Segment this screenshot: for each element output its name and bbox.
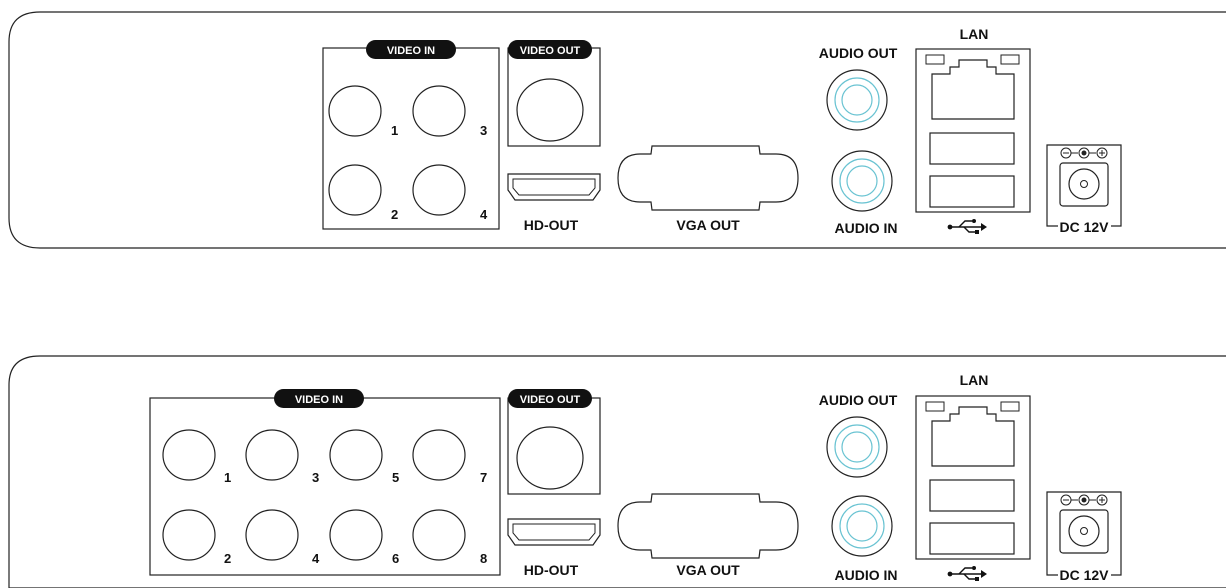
channel-number: 3 — [480, 123, 487, 138]
polarity-icon — [1060, 147, 1108, 159]
video-in-block — [322, 47, 500, 230]
dc-12v-label: DC 12V — [1059, 219, 1109, 235]
bnc-connector — [328, 164, 382, 216]
lan-led — [1000, 54, 1020, 65]
audio-in-label: AUDIO IN — [835, 220, 898, 236]
bnc-connector — [516, 78, 584, 142]
video-out-label: VIDEO OUT — [520, 394, 581, 406]
lan-label: LAN — [960, 372, 989, 388]
lan-led — [1000, 401, 1020, 412]
bnc-connector — [245, 509, 299, 561]
audio-in-label: AUDIO IN — [835, 567, 898, 583]
bnc-connector — [162, 509, 216, 561]
bnc-connector — [245, 429, 299, 481]
usb-port — [929, 479, 1015, 512]
panel-outline — [8, 355, 1226, 588]
dc-12v-label: DC 12V — [1059, 567, 1109, 583]
bnc-connector — [412, 429, 466, 481]
video-out-label-pill: VIDEO OUT — [508, 40, 592, 59]
channel-number: 6 — [392, 551, 399, 566]
dc-jack-ring — [1068, 168, 1100, 200]
dc-jack-ring — [1068, 515, 1100, 547]
rj45-port — [931, 59, 1015, 120]
video-in-label: VIDEO IN — [387, 45, 435, 57]
polarity-icon — [1060, 494, 1108, 506]
video-in-label-pill: VIDEO IN — [366, 40, 456, 59]
usb-icon — [947, 566, 987, 581]
channel-number: 2 — [391, 207, 398, 222]
vga-port — [617, 493, 799, 559]
lan-led — [925, 401, 945, 412]
channel-number: 2 — [224, 551, 231, 566]
dc-power-bracket — [1046, 491, 1122, 576]
video-out-block — [507, 47, 601, 147]
audio-out-label: AUDIO OUT — [819, 45, 898, 61]
channel-number: 4 — [312, 551, 320, 566]
video-out-label: VIDEO OUT — [520, 45, 581, 57]
vga-out-label: VGA OUT — [676, 217, 740, 233]
hd-out-label: HD-OUT — [524, 562, 579, 578]
rca-connector — [826, 69, 888, 131]
channel-number: 1 — [224, 470, 231, 485]
channel-number: 7 — [480, 470, 487, 485]
dc-power-bracket — [1046, 144, 1122, 227]
rca-connector — [831, 495, 893, 557]
hdmi-port — [507, 518, 601, 546]
panel-outline — [8, 11, 1226, 249]
vga-out-label: VGA OUT — [676, 562, 740, 578]
channel-number: 5 — [392, 470, 399, 485]
bnc-connector — [412, 164, 466, 216]
video-in-block — [149, 397, 501, 576]
hdmi-port — [507, 173, 601, 201]
vga-port — [617, 145, 799, 211]
usb-port — [929, 132, 1015, 165]
rca-connector — [826, 416, 888, 478]
bnc-connector — [412, 509, 466, 561]
rear-panel-8ch: VIDEO IN 1 3 5 7 2 4 6 8 VIDEO OUT HD-OU… — [8, 355, 1226, 588]
usb-icon — [947, 219, 987, 234]
audio-out-label: AUDIO OUT — [819, 392, 898, 408]
usb-port — [929, 522, 1015, 555]
channel-number: 8 — [480, 551, 487, 566]
channel-number: 4 — [480, 207, 488, 222]
usb-port — [929, 175, 1015, 208]
rear-panel-diagram: VIDEO IN 1 3 2 4 VIDEO OUT HD-OUT VGA OU… — [8, 11, 1226, 588]
rear-panel-4ch: VIDEO IN 1 3 2 4 VIDEO OUT HD-OUT VGA OU… — [8, 11, 1226, 249]
bnc-connector — [328, 85, 382, 137]
video-in-label: VIDEO IN — [295, 394, 343, 406]
video-out-label-pill: VIDEO OUT — [508, 389, 592, 408]
bnc-connector — [329, 509, 383, 561]
bnc-connector — [516, 426, 584, 490]
lan-label: LAN — [960, 26, 989, 42]
rca-connector — [831, 150, 893, 212]
channel-number: 3 — [312, 470, 319, 485]
video-out-block — [507, 397, 601, 495]
rj45-port — [931, 406, 1015, 467]
bnc-connector — [162, 429, 216, 481]
video-in-label-pill: VIDEO IN — [274, 389, 364, 408]
bnc-connector — [412, 85, 466, 137]
bnc-connector — [329, 429, 383, 481]
hd-out-label: HD-OUT — [524, 217, 579, 233]
lan-led — [925, 54, 945, 65]
channel-number: 1 — [391, 123, 398, 138]
